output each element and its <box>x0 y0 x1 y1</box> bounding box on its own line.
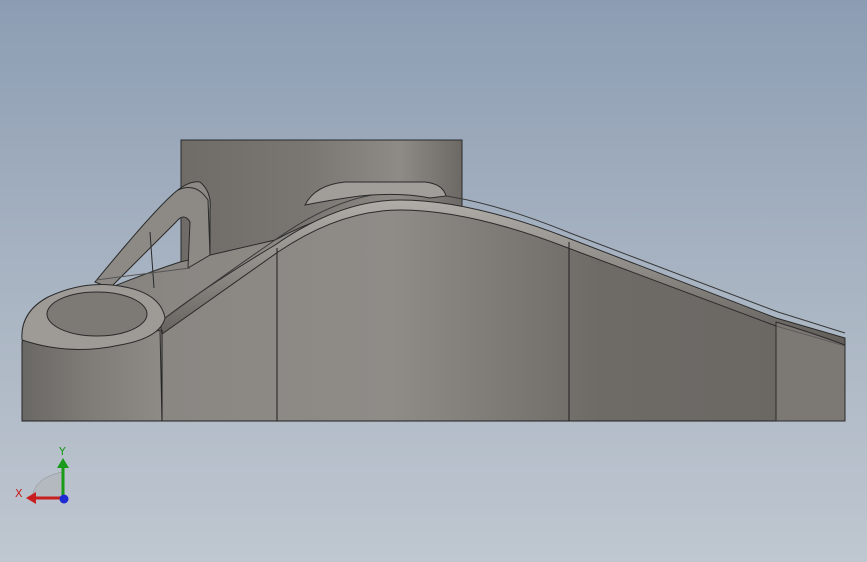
bolt-hole[interactable] <box>46 291 148 337</box>
z-axis-dot <box>59 494 69 504</box>
triad-y-label: Y <box>58 445 66 458</box>
triad-plane <box>31 471 63 499</box>
orientation-triad: Y X <box>15 445 69 504</box>
model-view[interactable]: Y X <box>0 0 867 562</box>
triad-x-label: X <box>15 487 23 500</box>
cad-viewport[interactable]: Y X <box>0 0 867 562</box>
y-axis-arrow <box>57 458 69 468</box>
x-axis-arrow <box>26 492 36 504</box>
